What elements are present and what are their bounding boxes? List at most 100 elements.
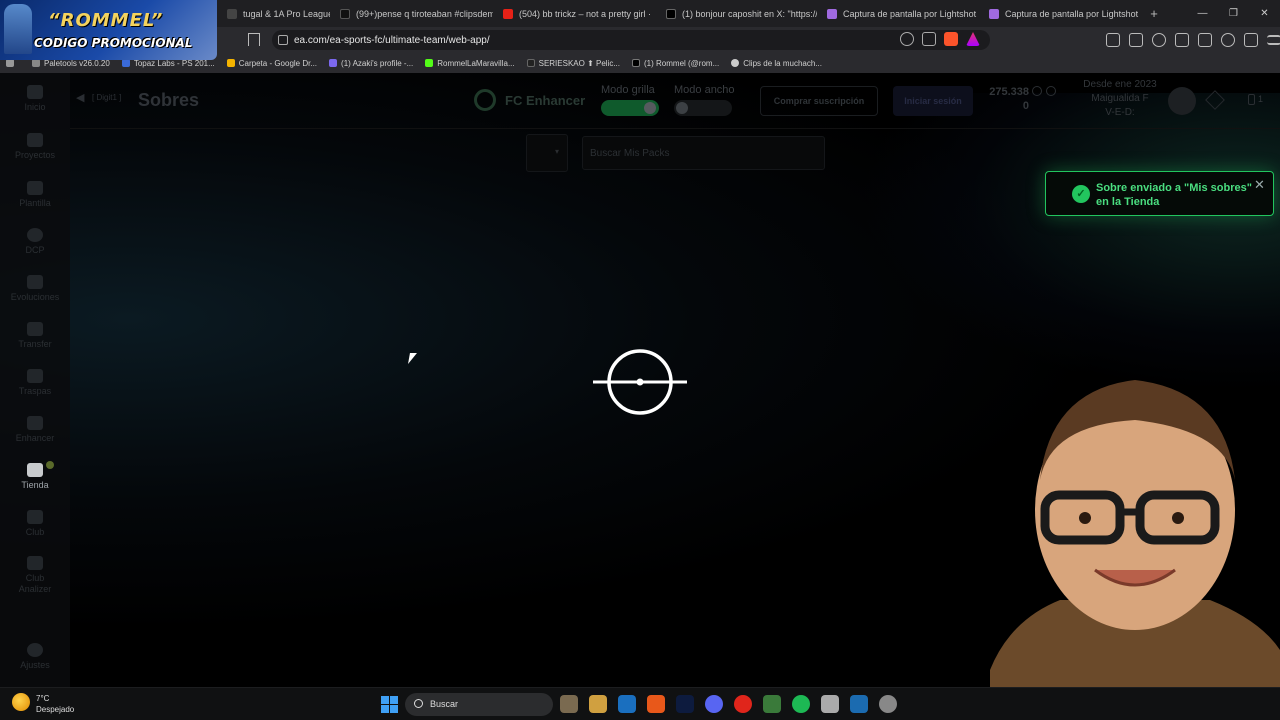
url-field[interactable]: ea.com/ea-sports-fc/ultimate-team/web-ap… — [272, 30, 990, 50]
enhancer-icon — [27, 416, 43, 430]
mode-grid-toggle[interactable] — [601, 100, 659, 116]
breadcrumb: [ Digit1 ] — [92, 93, 122, 102]
steam-icon[interactable] — [618, 695, 636, 713]
bookmark-item[interactable]: SERIESKAO ⬆ Pelic... — [526, 59, 620, 68]
extensions-icon[interactable] — [1106, 33, 1120, 47]
sidebar-item-club-analizer[interactable]: Club Analizer — [0, 556, 70, 595]
site-settings-icon[interactable] — [278, 35, 288, 45]
globe-icon — [731, 59, 740, 67]
browser-tab[interactable]: (1) bonjour caposhit en X: "https://t. — [656, 0, 817, 27]
squad-icon — [27, 181, 43, 195]
sidebar-item-transfer[interactable]: Transfer — [0, 322, 70, 349]
sidebar-icon[interactable] — [1175, 33, 1189, 47]
cart-icon — [27, 463, 43, 477]
background-glow — [860, 93, 1280, 393]
buy-subscription-button[interactable]: Comprar suscripción — [760, 86, 878, 116]
browser-tab[interactable]: tugal & 1A Pro League Prem — [217, 0, 330, 27]
page-title: Sobres — [138, 90, 200, 110]
points-icon — [1046, 86, 1056, 96]
file-explorer-icon[interactable] — [589, 695, 607, 713]
app-icon[interactable] — [821, 695, 839, 713]
rank-icon — [1205, 90, 1225, 110]
analyzer-icon — [27, 556, 43, 570]
brave-rewards-icon[interactable] — [966, 32, 980, 46]
taskbar-search[interactable]: Buscar — [405, 693, 553, 716]
pack-filter-select[interactable] — [526, 134, 568, 172]
photoshop-icon[interactable] — [676, 695, 694, 713]
bookmark-favicon-icon — [32, 59, 40, 67]
sidebar-item-inicio[interactable]: Inicio — [0, 85, 70, 112]
menu-icon[interactable] — [1267, 35, 1280, 45]
toast-close-icon[interactable]: ✕ — [1254, 177, 1265, 193]
screenshot-icon[interactable] — [1129, 33, 1143, 47]
new-tab-button[interactable]: + — [1141, 6, 1167, 21]
discord-icon[interactable] — [705, 695, 723, 713]
x-icon — [666, 8, 676, 19]
coin-icon — [1032, 86, 1042, 96]
browser-tab[interactable]: Captura de pantalla por Lightshot — [817, 0, 979, 27]
sidebar-item-evoluciones[interactable]: Evoluciones — [0, 275, 70, 302]
apps-grid-icon[interactable] — [6, 59, 14, 67]
bookmark-item[interactable]: RommelLaMaravilla... — [425, 59, 515, 68]
browser-tab[interactable]: (99+)pense q tiroteaban #clipsdemo — [330, 0, 493, 27]
wallet-icon[interactable] — [1198, 33, 1212, 47]
sidebar-item-plantilla[interactable]: Plantilla — [0, 181, 70, 208]
bookmark-item[interactable]: Carpeta - Google Dr... — [226, 59, 317, 68]
account-info: Desde ene 2023 Maigualida F V-E-D: — [1083, 79, 1157, 118]
sidebar-item-ajustes[interactable]: Ajustes — [0, 643, 70, 670]
tab-favicon-icon — [227, 8, 237, 19]
brave-icon[interactable] — [647, 695, 665, 713]
promo-figure — [4, 4, 32, 54]
task-view-icon[interactable] — [560, 695, 578, 713]
promo-banner: “ROMMEL” CODIGO PROMOCIONAL — [0, 0, 217, 60]
app-icon[interactable] — [763, 695, 781, 713]
transfer-icon — [27, 322, 43, 336]
promo-code-label: CODIGO PROMOCIONAL — [34, 36, 193, 50]
back-arrow-icon[interactable]: ◀ — [76, 91, 84, 104]
phone-icon — [1248, 94, 1255, 106]
sidebar-item-tienda[interactable]: Tienda — [0, 461, 70, 490]
login-button[interactable]: Iniciar sesión — [893, 86, 973, 116]
bookmark-item[interactable]: (1) Rommel (@rom... — [632, 59, 719, 68]
browser-tab[interactable]: (504) bb trickz – not a pretty girl · — [493, 0, 656, 27]
vpn-icon[interactable] — [1244, 33, 1258, 47]
sidebar-item-proyectos[interactable]: Proyectos — [0, 133, 70, 160]
windows-start-icon[interactable] — [381, 696, 398, 713]
browser-tab[interactable]: Captura de pantalla por Lightshot — [979, 0, 1141, 27]
share-icon[interactable] — [922, 32, 936, 46]
youtube-icon — [503, 8, 513, 19]
bookmark-favicon-icon — [121, 59, 130, 67]
sidebar-item-dcp[interactable]: DCP — [0, 228, 70, 255]
close-icon[interactable]: ✕ — [1249, 0, 1280, 27]
pack-search-input[interactable]: Buscar Mis Packs — [582, 136, 825, 170]
avatar[interactable] — [1168, 87, 1196, 115]
bookmark-favicon-icon — [526, 59, 535, 67]
mode-wide-toggle[interactable] — [674, 100, 732, 116]
bookmark-item[interactable]: Clips de la muchach... — [731, 59, 822, 68]
spotify-icon[interactable] — [792, 695, 810, 713]
google-drive-icon — [226, 59, 235, 67]
weather-widget[interactable]: 7°C Despejado — [12, 693, 74, 715]
sbc-icon — [27, 228, 43, 242]
music-icon[interactable] — [1152, 33, 1166, 47]
ai-icon[interactable] — [1221, 33, 1235, 47]
minimize-icon[interactable]: — — [1187, 0, 1218, 27]
restore-icon[interactable]: ❐ — [1218, 0, 1249, 27]
bookmark-item[interactable]: (1) Azaki's profile -... — [329, 59, 413, 68]
promo-name: “ROMMEL” — [48, 10, 164, 31]
sidebar-item-club[interactable]: Club — [0, 510, 70, 537]
zoom-icon[interactable] — [900, 32, 914, 46]
steam-icon[interactable] — [850, 695, 868, 713]
opera-icon[interactable] — [734, 695, 752, 713]
sidebar-item-traspas[interactable]: Traspas — [0, 369, 70, 396]
check-circle-icon: ✓ — [1072, 185, 1090, 203]
logo-icon — [27, 133, 43, 147]
bookmark-icon[interactable] — [248, 33, 260, 46]
lightshot-icon — [827, 8, 837, 19]
x-icon — [632, 59, 641, 67]
sidebar-item-enhancer[interactable]: Enhancer — [0, 416, 70, 443]
chrome-icon[interactable] — [879, 695, 897, 713]
notification-count[interactable]: 1 — [1248, 94, 1263, 106]
home-icon — [27, 85, 43, 99]
brave-shields-icon[interactable] — [944, 32, 958, 46]
